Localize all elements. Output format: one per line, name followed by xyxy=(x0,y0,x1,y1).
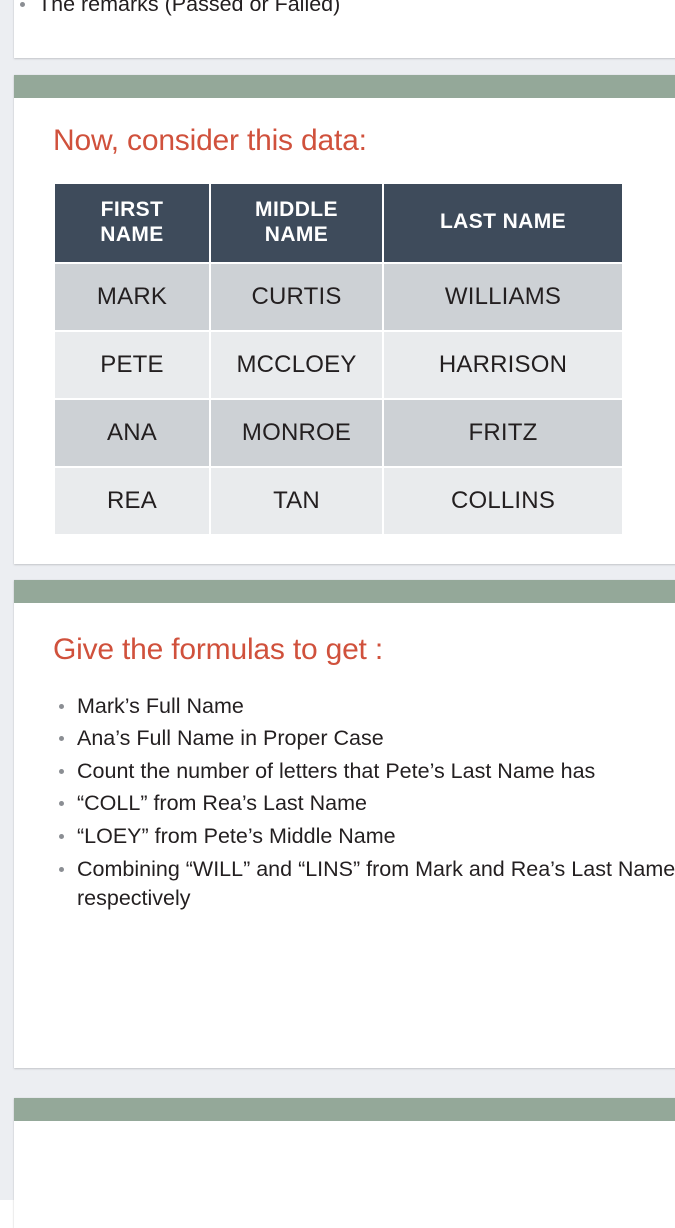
table-cell-last-name: HARRISON xyxy=(384,331,622,398)
table-cell-middle-name: TAN xyxy=(211,467,382,534)
column-header-middle-name: MIDDLE NAME xyxy=(211,183,382,262)
column-header-last-name: LAST NAME xyxy=(384,183,622,262)
list-item: Ana’s Full Name in Proper Case xyxy=(53,724,675,754)
table-cell-middle-name: MCCLOEY xyxy=(211,331,382,398)
table-row: PETE MCCLOEY HARRISON xyxy=(55,331,622,398)
slide-card-data[interactable]: Now, consider this data: FIRST NAME MIDD xyxy=(14,75,675,564)
names-table: FIRST NAME MIDDLE NAME LAST NAME MARK CU… xyxy=(53,182,624,536)
slide-accent-bar xyxy=(14,580,675,603)
names-table-body: MARK CURTIS WILLIAMS PETE MCCLOEY HARRIS… xyxy=(55,263,622,534)
column-header-line: FIRST xyxy=(100,197,164,221)
column-header-first-name: FIRST NAME xyxy=(55,183,209,262)
column-header-line: NAME xyxy=(100,222,164,246)
table-cell-first-name: ANA xyxy=(55,399,209,466)
list-item: Mark’s Full Name xyxy=(53,692,675,722)
table-cell-middle-name: CURTIS xyxy=(211,263,382,330)
page-title: Give the formulas to get : xyxy=(53,633,383,666)
list-item: “LOEY” from Pete’s Middle Name xyxy=(53,822,675,852)
slide-card-formulas-body: Give the formulas to get : Mark’s Full N… xyxy=(14,603,675,914)
list-item: Combining “WILL” and “LINS” from Mark an… xyxy=(53,855,675,914)
table-cell-middle-name: MONROE xyxy=(211,399,382,466)
slide-card-data-body: Now, consider this data: FIRST NAME MIDD xyxy=(14,98,675,536)
table-row: ANA MONROE FRITZ xyxy=(55,399,622,466)
list-item: The remarks (Passed or Failed) xyxy=(14,0,675,20)
slide-accent-bar xyxy=(14,75,675,98)
column-header-line: NAME xyxy=(264,222,329,246)
slide-accent-bar xyxy=(14,1098,675,1121)
remarks-bullet-list: The remarks (Passed or Failed) xyxy=(14,0,675,20)
table-cell-first-name: MARK xyxy=(55,263,209,330)
slide-deck-scroll-view[interactable]: The remarks (Passed or Failed) Now, cons… xyxy=(0,0,675,1228)
list-item: “COLL” from Rea’s Last Name xyxy=(53,789,675,819)
slide-card-remarks[interactable]: The remarks (Passed or Failed) xyxy=(14,0,675,58)
table-row: REA TAN COLLINS xyxy=(55,467,622,534)
slide-card-formulas[interactable]: Give the formulas to get : Mark’s Full N… xyxy=(14,580,675,1068)
table-cell-first-name: REA xyxy=(55,467,209,534)
slide-card-next[interactable] xyxy=(14,1098,675,1228)
column-header-line: MIDDLE xyxy=(255,197,338,221)
slide-card-remarks-body: The remarks (Passed or Failed) xyxy=(14,0,675,20)
formulas-bullet-list: Mark’s Full Name Ana’s Full Name in Prop… xyxy=(53,692,675,915)
table-cell-last-name: FRITZ xyxy=(384,399,622,466)
table-header-row: FIRST NAME MIDDLE NAME LAST NAME xyxy=(55,183,622,262)
table-cell-last-name: WILLIAMS xyxy=(384,263,622,330)
column-header-line: LAST NAME xyxy=(439,210,567,234)
names-table-header: FIRST NAME MIDDLE NAME LAST NAME xyxy=(55,183,622,262)
table-row: MARK CURTIS WILLIAMS xyxy=(55,263,622,330)
table-cell-last-name: COLLINS xyxy=(384,467,622,534)
page-title: Now, consider this data: xyxy=(53,124,367,157)
list-item: Count the number of letters that Pete’s … xyxy=(53,757,675,787)
table-cell-first-name: PETE xyxy=(55,331,209,398)
